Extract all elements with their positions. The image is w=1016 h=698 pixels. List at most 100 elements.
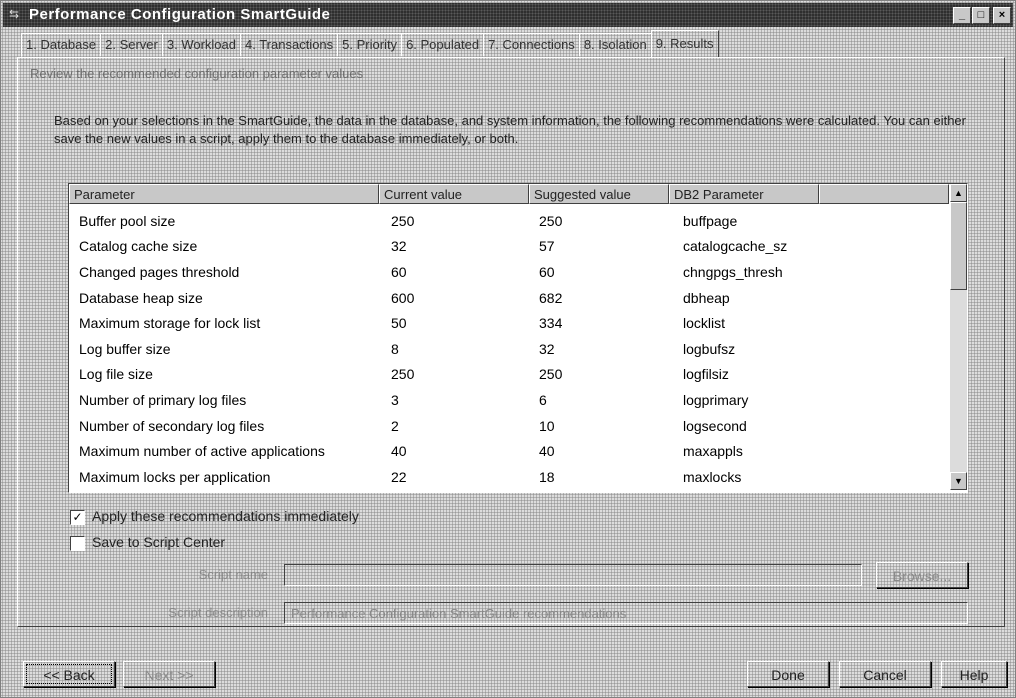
- recommendations-table[interactable]: Parameter Current value Suggested value …: [68, 183, 968, 493]
- cell-suggested-value: 250: [539, 366, 563, 383]
- tab-connections[interactable]: 7. Connections: [483, 33, 580, 57]
- table-row[interactable]: Log file size 250 250 logfilsiz: [69, 362, 949, 388]
- tab-database[interactable]: 1. Database: [21, 33, 102, 57]
- maximize-button[interactable]: □: [972, 7, 990, 24]
- cancel-button[interactable]: Cancel: [839, 661, 931, 687]
- cell-current-value: 32: [391, 238, 407, 255]
- table-row[interactable]: Buffer pool size 250 250 buffpage: [69, 208, 949, 234]
- done-button[interactable]: Done: [747, 661, 829, 687]
- table-row[interactable]: Number of secondary log files 2 10 logse…: [69, 413, 949, 439]
- cell-db2-parameter: maxappls: [683, 443, 743, 460]
- cell-suggested-value: 57: [539, 238, 555, 255]
- cell-parameter: Maximum number of active applications: [79, 443, 325, 460]
- window-title: Performance Configuration SmartGuide: [29, 6, 331, 23]
- cell-suggested-value: 18: [539, 468, 555, 485]
- cell-suggested-value: 10: [539, 417, 555, 434]
- cell-parameter: Changed pages threshold: [79, 263, 240, 280]
- column-header-current-value[interactable]: Current value: [379, 184, 529, 204]
- table-row[interactable]: Maximum storage for lock list 50 334 loc…: [69, 310, 949, 336]
- table-row[interactable]: Maximum locks per application 22 18 maxl…: [69, 464, 949, 490]
- scroll-up-arrow-icon[interactable]: ▲: [950, 184, 967, 202]
- column-header-suggested-value[interactable]: Suggested value: [529, 184, 669, 204]
- column-header-filler: [819, 184, 949, 204]
- cell-parameter: Log buffer size: [79, 340, 171, 357]
- column-header-parameter[interactable]: Parameter: [69, 184, 379, 204]
- save-script-label[interactable]: Save to Script Center: [92, 534, 225, 550]
- cell-suggested-value: 250: [539, 212, 563, 229]
- cell-db2-parameter: buffpage: [683, 212, 738, 229]
- tab-strip: 1. Database 2. Server 3. Workload 4. Tra…: [21, 30, 719, 57]
- cell-current-value: 22: [391, 468, 407, 485]
- cell-db2-parameter: logsecond: [683, 417, 747, 434]
- tab-populated[interactable]: 6. Populated: [401, 33, 485, 57]
- cell-db2-parameter: logbufsz: [683, 340, 736, 357]
- table-row[interactable]: Number of primary log files 3 6 logprima…: [69, 387, 949, 413]
- help-button[interactable]: Help: [941, 661, 1007, 687]
- cell-parameter: Buffer pool size: [79, 212, 176, 229]
- close-button[interactable]: ×: [993, 7, 1011, 24]
- cell-suggested-value: 60: [539, 263, 555, 280]
- results-panel: Review the recommended configuration par…: [17, 57, 1005, 627]
- cell-parameter: Database heap size: [79, 289, 203, 306]
- cell-current-value: 2: [391, 417, 399, 434]
- cell-parameter: Maximum storage for lock list: [79, 315, 261, 332]
- cell-current-value: 250: [391, 366, 415, 383]
- script-description-field[interactable]: Performance Configuration SmartGuide rec…: [284, 602, 968, 624]
- cell-parameter: Maximum locks per application: [79, 468, 271, 485]
- table-body: Buffer pool size 250 250 buffpage Catalo…: [69, 208, 949, 490]
- tab-isolation[interactable]: 8. Isolation: [578, 33, 652, 57]
- cell-current-value: 60: [391, 263, 407, 280]
- cell-db2-parameter: locklist: [683, 315, 726, 332]
- apply-immediately-checkbox[interactable]: ✓: [70, 510, 85, 525]
- cell-current-value: 8: [391, 340, 399, 357]
- cell-suggested-value: 682: [539, 289, 563, 306]
- cell-parameter: Number of primary log files: [79, 391, 247, 408]
- table-row[interactable]: Changed pages threshold 60 60 chngpgs_th…: [69, 259, 949, 285]
- script-description-label: Script description: [168, 605, 268, 620]
- cell-suggested-value: 32: [539, 340, 555, 357]
- intro-text: Based on your selections in the SmartGui…: [54, 113, 966, 146]
- table-row[interactable]: Catalog cache size 32 57 catalogcache_sz: [69, 234, 949, 260]
- script-name-field[interactable]: [284, 564, 862, 586]
- table-row[interactable]: Log buffer size 8 32 logbufsz: [69, 336, 949, 362]
- cell-current-value: 250: [391, 212, 415, 229]
- cell-db2-parameter: logfilsiz: [683, 366, 729, 383]
- scroll-thumb[interactable]: [950, 202, 967, 290]
- tab-priority[interactable]: 5. Priority: [337, 33, 403, 57]
- cell-db2-parameter: catalogcache_sz: [683, 238, 788, 255]
- title-bar: ⇆ Performance Configuration SmartGuide _…: [3, 3, 1013, 27]
- table-row[interactable]: Database heap size 600 682 dbheap: [69, 285, 949, 311]
- cell-suggested-value: 40: [539, 443, 555, 460]
- cell-db2-parameter: logprimary: [683, 391, 749, 408]
- vertical-scrollbar[interactable]: ▲ ▼: [950, 184, 967, 490]
- scroll-down-arrow-icon[interactable]: ▼: [950, 472, 967, 490]
- column-header-db2-parameter[interactable]: DB2 Parameter: [669, 184, 819, 204]
- smartguide-window: ⇆ Performance Configuration SmartGuide _…: [0, 0, 1016, 698]
- browse-button[interactable]: Browse...: [876, 562, 968, 588]
- cell-parameter: Log file size: [79, 366, 153, 383]
- cell-current-value: 600: [391, 289, 415, 306]
- tab-transactions[interactable]: 4. Transactions: [240, 33, 339, 57]
- save-script-checkbox[interactable]: [70, 536, 85, 551]
- next-button[interactable]: Next >>: [123, 661, 215, 687]
- back-button[interactable]: << Back: [23, 661, 115, 687]
- system-menu-icon[interactable]: ⇆: [9, 8, 21, 20]
- cell-db2-parameter: maxlocks: [683, 468, 742, 485]
- panel-headline: Review the recommended configuration par…: [30, 66, 364, 81]
- cell-current-value: 50: [391, 315, 407, 332]
- cell-suggested-value: 6: [539, 391, 547, 408]
- tab-server[interactable]: 2. Server: [100, 33, 163, 57]
- minimize-button[interactable]: _: [953, 7, 971, 24]
- cell-suggested-value: 334: [539, 315, 563, 332]
- tab-results[interactable]: 9. Results: [650, 30, 719, 57]
- cell-parameter: Catalog cache size: [79, 238, 198, 255]
- cell-db2-parameter: dbheap: [683, 289, 730, 306]
- script-name-label: Script name: [198, 567, 268, 582]
- cell-parameter: Number of secondary log files: [79, 417, 265, 434]
- cell-current-value: 40: [391, 443, 407, 460]
- tab-workload[interactable]: 3. Workload: [161, 33, 241, 57]
- apply-immediately-label[interactable]: Apply these recommendations immediately: [92, 508, 359, 524]
- cell-current-value: 3: [391, 391, 399, 408]
- table-row[interactable]: Maximum number of active applications 40…: [69, 438, 949, 464]
- cell-db2-parameter: chngpgs_thresh: [683, 263, 783, 280]
